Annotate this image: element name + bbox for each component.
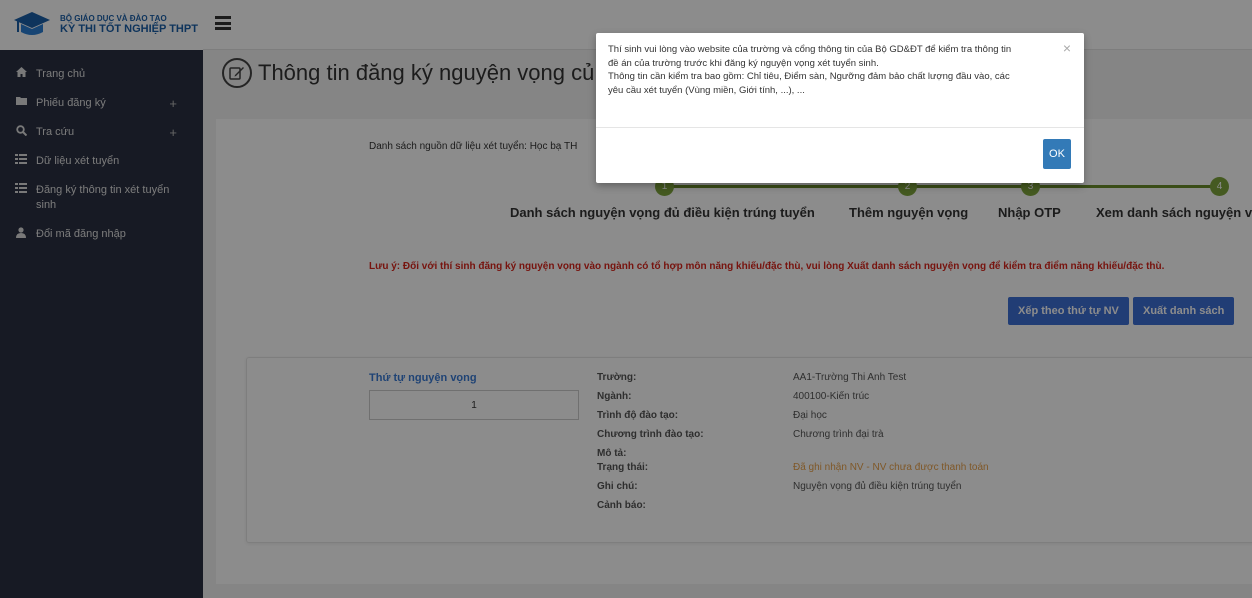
close-icon[interactable]: ×	[1063, 40, 1071, 56]
modal-text-line: yêu cầu xét tuyển (Vùng miền, Giới tính,…	[608, 84, 805, 96]
modal-text-line: Thí sinh vui lòng vào website của trường…	[608, 44, 1012, 55]
modal-divider	[596, 127, 1084, 128]
ok-button[interactable]: OK	[1043, 139, 1071, 169]
modal-text-line: Thông tin cần kiểm tra bao gồm: Chỉ tiêu…	[608, 71, 1010, 82]
modal-body: Thí sinh vui lòng vào website của trường…	[608, 43, 1063, 97]
notice-modal: × Thí sinh vui lòng vào website của trườ…	[596, 33, 1084, 183]
modal-text-line: đề án của trường trước khi đăng ký nguyệ…	[608, 57, 879, 69]
